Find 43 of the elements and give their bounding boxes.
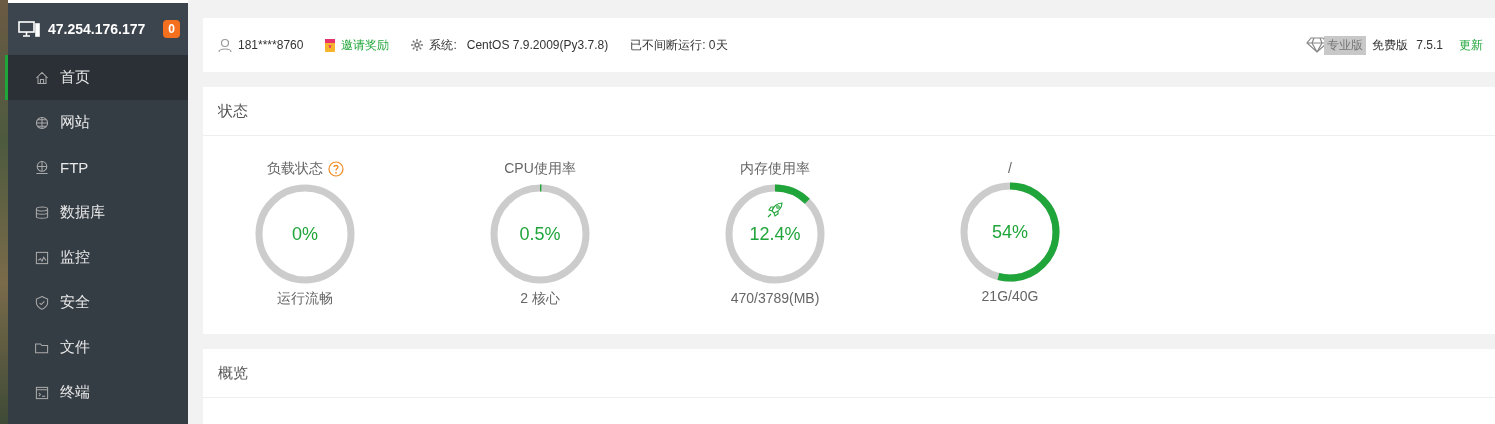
user-account: 181****8760 bbox=[238, 38, 304, 52]
gauge-value: 0% bbox=[291, 224, 319, 245]
shield-icon bbox=[34, 294, 50, 311]
home-icon bbox=[34, 69, 50, 86]
gauge-title: / bbox=[1008, 160, 1012, 176]
gauge-title: 负载状态 bbox=[266, 160, 323, 178]
edition-label: 免费版 bbox=[1372, 36, 1409, 54]
sidebar-item[interactable]: 网站 bbox=[5, 100, 188, 145]
gauge-caption: 运行流畅 bbox=[277, 290, 333, 308]
section-title: 概览 bbox=[203, 349, 1495, 398]
version-number: 7.5.1 bbox=[1416, 38, 1443, 52]
section-title: 状态 bbox=[203, 87, 1495, 136]
system-version: CentOS 7.9.2009(Py3.7.8) bbox=[466, 38, 609, 52]
sidebar-item[interactable]: 数据库 bbox=[5, 190, 188, 235]
user-icon bbox=[218, 38, 232, 52]
gauge-caption: 470/3789(MB) bbox=[730, 290, 820, 306]
sidebar-item[interactable]: 文件 bbox=[5, 325, 188, 370]
sidebar-item[interactable]: FTP bbox=[5, 145, 188, 190]
gauge-title: 内存使用率 bbox=[740, 160, 810, 178]
sidebar-item[interactable]: 首页 bbox=[5, 55, 188, 100]
server-address: 47.254.176.177 bbox=[48, 21, 147, 37]
globe-icon bbox=[34, 114, 50, 131]
gift-icon bbox=[325, 38, 336, 52]
help-icon[interactable] bbox=[327, 161, 344, 177]
system-label: 系统: bbox=[429, 36, 457, 54]
ftp-icon bbox=[34, 159, 50, 176]
gauge-title: CPU使用率 bbox=[504, 160, 576, 178]
gauge-caption: 2 核心 bbox=[520, 290, 560, 308]
gauge-caption: 21G/40G bbox=[981, 288, 1039, 304]
uptime-text: 已不间断运行: 0天 bbox=[630, 36, 728, 54]
gauge-value: 54% bbox=[991, 222, 1029, 243]
gauge-value: 12.4% bbox=[748, 224, 802, 245]
gauge-value: 0.5% bbox=[518, 224, 562, 245]
computer-icon bbox=[18, 21, 40, 37]
sidebar-item[interactable]: 监控 bbox=[5, 235, 188, 280]
sidebar-item[interactable]: 终端 bbox=[5, 370, 188, 415]
database-icon bbox=[34, 204, 50, 221]
sidebar-item[interactable]: 安全 bbox=[5, 280, 188, 325]
pro-edition-badge: 专业版 bbox=[1324, 35, 1367, 55]
monitor-icon bbox=[34, 249, 50, 266]
rocket-icon bbox=[766, 201, 784, 219]
terminal-icon bbox=[34, 384, 50, 401]
gear-icon bbox=[411, 39, 424, 51]
